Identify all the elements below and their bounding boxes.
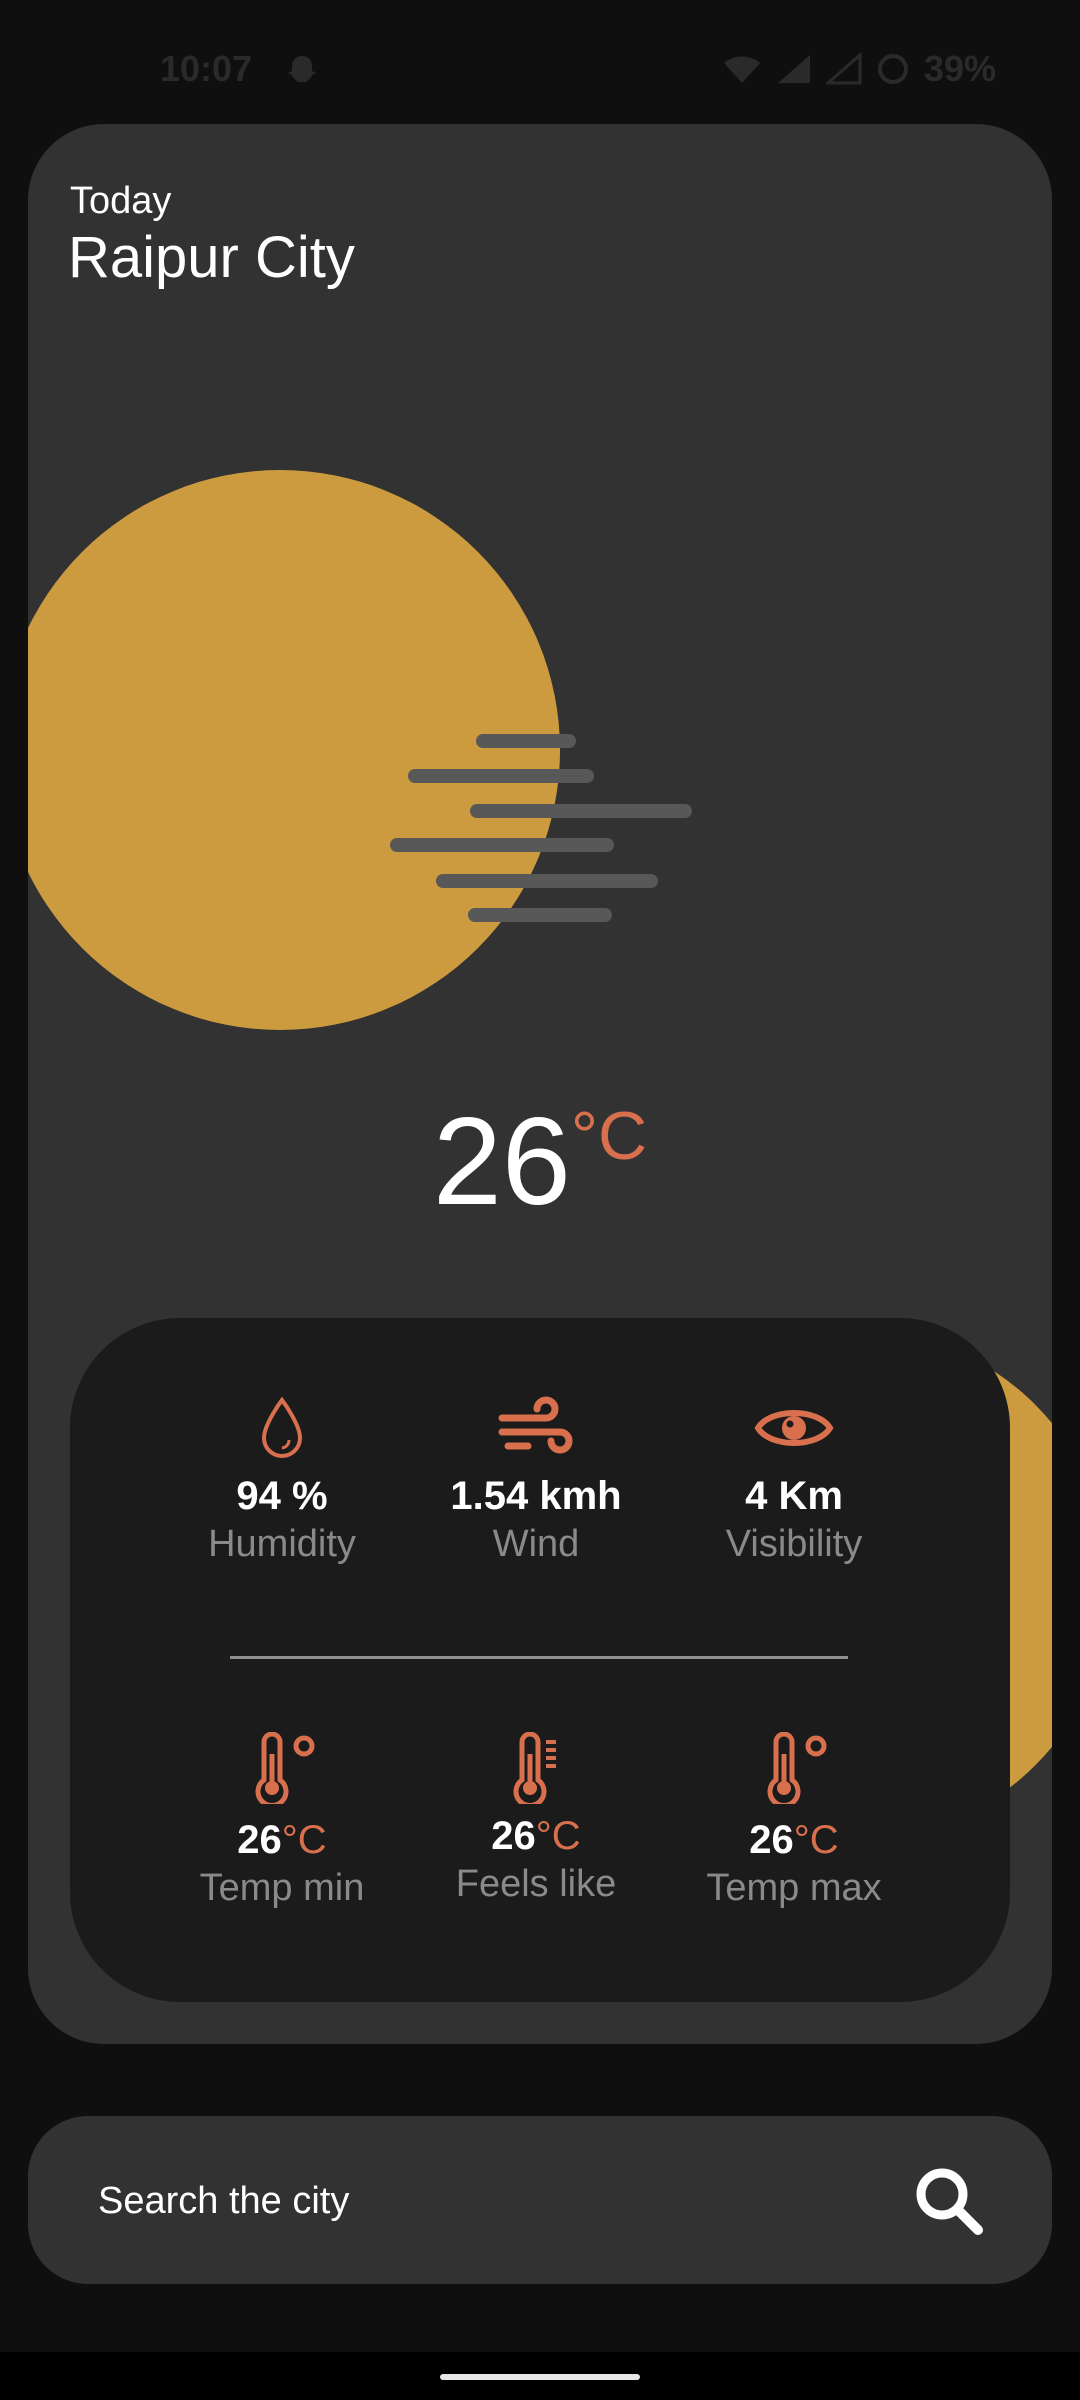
battery-percent: 39% [923, 48, 996, 89]
search-icon[interactable] [910, 2162, 986, 2238]
sun-graphic [28, 470, 560, 1030]
feels-like-stat: 26°C Feels like [406, 1732, 666, 1906]
wind-stat: 1.54 kmh Wind [406, 1396, 666, 1566]
signal-icon-2 [825, 53, 862, 85]
visibility-stat: 4 Km Visibility [664, 1396, 924, 1566]
feels-like-value: 26°C [491, 1814, 581, 1858]
status-icons: 39% [722, 48, 996, 90]
humidity-icon [261, 1396, 303, 1458]
city-name: Raipur City [68, 225, 355, 290]
temperature-value: 26 [432, 1093, 571, 1231]
thermometer-scale-icon [513, 1732, 556, 1804]
temp-min-label: Temp min [199, 1867, 365, 1909]
temp-max-value: 26°C [749, 1818, 839, 1862]
home-indicator[interactable] [440, 2374, 640, 2380]
wind-value: 1.54 kmh [450, 1474, 622, 1518]
temp-min-stat: 26°C Temp min [152, 1732, 412, 1910]
humidity-stat: 94 % Humidity [152, 1396, 412, 1566]
thermometer-icon [255, 1732, 315, 1804]
search-bar [28, 2116, 1052, 2284]
temp-max-stat: 26°C Temp max [664, 1732, 924, 1910]
humidity-label: Humidity [208, 1523, 356, 1565]
status-time: 10:07 [160, 48, 253, 89]
current-temperature: 26°C [0, 1100, 1080, 1224]
visibility-label: Visibility [725, 1523, 863, 1565]
wifi-icon [723, 56, 760, 83]
status-bar: 10:07 39% [0, 0, 1080, 120]
wind-label: Wind [492, 1523, 580, 1565]
temperature-unit: °C [570, 1098, 648, 1174]
visibility-value: 4 Km [745, 1474, 843, 1518]
signal-icon [777, 55, 810, 83]
snapchat-icon [288, 56, 316, 82]
temp-max-label: Temp max [706, 1867, 882, 1909]
weather-stats-card: 94 % Humidity 1.54 kmh Wind 4 Km Visibil… [70, 1318, 1010, 2002]
day-label: Today [70, 180, 172, 222]
feels-like-label: Feels like [455, 1863, 617, 1905]
temp-min-value: 26°C [237, 1818, 327, 1862]
battery-icon [877, 54, 908, 84]
humidity-value: 94 % [236, 1474, 328, 1518]
eye-icon [754, 1410, 834, 1446]
stats-divider [230, 1656, 848, 1659]
wind-icon [498, 1396, 573, 1454]
thermometer-icon [767, 1732, 827, 1804]
search-input[interactable] [96, 2168, 900, 2234]
